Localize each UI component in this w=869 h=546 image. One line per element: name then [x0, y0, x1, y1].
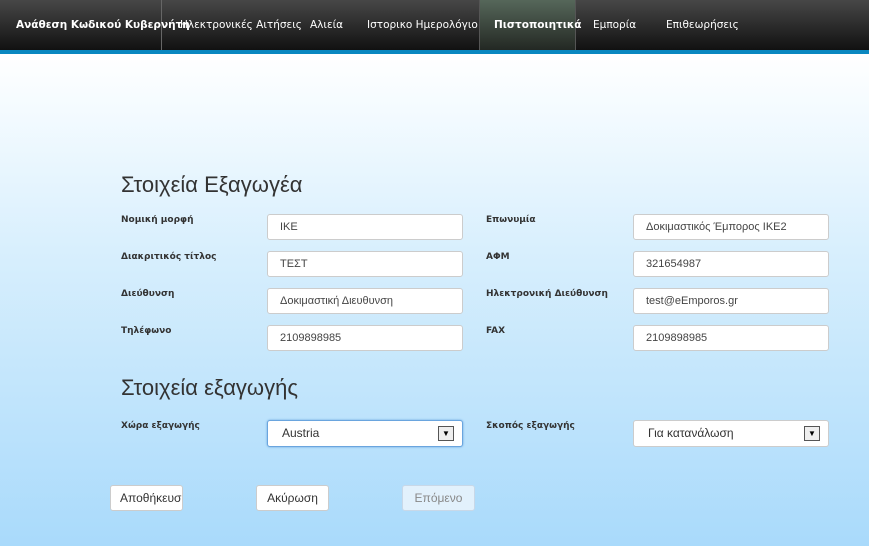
nav-item-history-log[interactable]: Ιστορικο Ημερολόγιο	[367, 0, 478, 50]
export-section-title: Στοιχεία εξαγωγής	[121, 375, 298, 400]
export-purpose-value: Για κατανάλωση	[648, 426, 734, 440]
address-label: Διεύθυνση	[121, 289, 175, 299]
trade-title-input[interactable]: ΤΕΣΤ	[267, 251, 463, 277]
chevron-down-icon[interactable]: ▼	[438, 426, 454, 441]
chevron-down-icon[interactable]: ▼	[804, 426, 820, 441]
nav-item-trade[interactable]: Εμπορία	[593, 0, 636, 50]
exporter-section-title: Στοιχεία Εξαγωγέα	[121, 172, 303, 197]
phone-input[interactable]: 2109898985	[267, 325, 463, 351]
company-name-input[interactable]: Δοκιμαστικός Έμπορος ΙΚΕ2	[633, 214, 829, 240]
legal-form-input[interactable]: ΙΚΕ	[267, 214, 463, 240]
phone-label: Τηλέφωνο	[121, 326, 172, 336]
export-country-select[interactable]: Austria ▼	[267, 420, 463, 447]
cancel-button[interactable]: Ακύρωση	[256, 485, 329, 511]
tax-id-input[interactable]: 321654987	[633, 251, 829, 277]
address-input[interactable]: Δοκιμαστική Διευθυνση	[267, 288, 463, 314]
nav-item-inspections[interactable]: Επιθεωρήσεις	[666, 0, 739, 50]
export-purpose-select[interactable]: Για κατανάλωση ▼	[633, 420, 829, 447]
nav-item-captain-code[interactable]: Ανάθεση Κωδικού Κυβερνήτη	[0, 0, 190, 50]
save-button[interactable]: Αποθήκευση	[110, 485, 183, 511]
export-purpose-label: Σκοπός εξαγωγής	[486, 421, 575, 431]
export-country-label: Χώρα εξαγωγής	[121, 421, 200, 431]
nav-item-fishing[interactable]: Αλιεία	[310, 0, 343, 50]
fax-label: FAX	[486, 326, 506, 336]
fax-input[interactable]: 2109898985	[633, 325, 829, 351]
top-nav: Ανάθεση Κωδικού Κυβερνήτη Ηλεκτρονικές Α…	[0, 0, 869, 54]
legal-form-label: Νομική μορφή	[121, 215, 194, 225]
export-country-value: Austria	[282, 426, 320, 440]
tax-id-label: ΑΦΜ	[486, 252, 510, 262]
email-label: Ηλεκτρονική Διεύθυνση	[486, 289, 608, 299]
next-button[interactable]: Επόμενο	[402, 485, 475, 511]
nav-item-certificates[interactable]: Πιστοποιητικά	[479, 0, 582, 50]
company-name-label: Επωνυμία	[486, 215, 536, 225]
trade-title-label: Διακριτικός τίτλος	[121, 252, 217, 262]
email-input[interactable]: test@eEmporos.gr	[633, 288, 829, 314]
nav-item-electronic-applications[interactable]: Ηλεκτρονικές Αιτήσεις	[180, 0, 302, 50]
